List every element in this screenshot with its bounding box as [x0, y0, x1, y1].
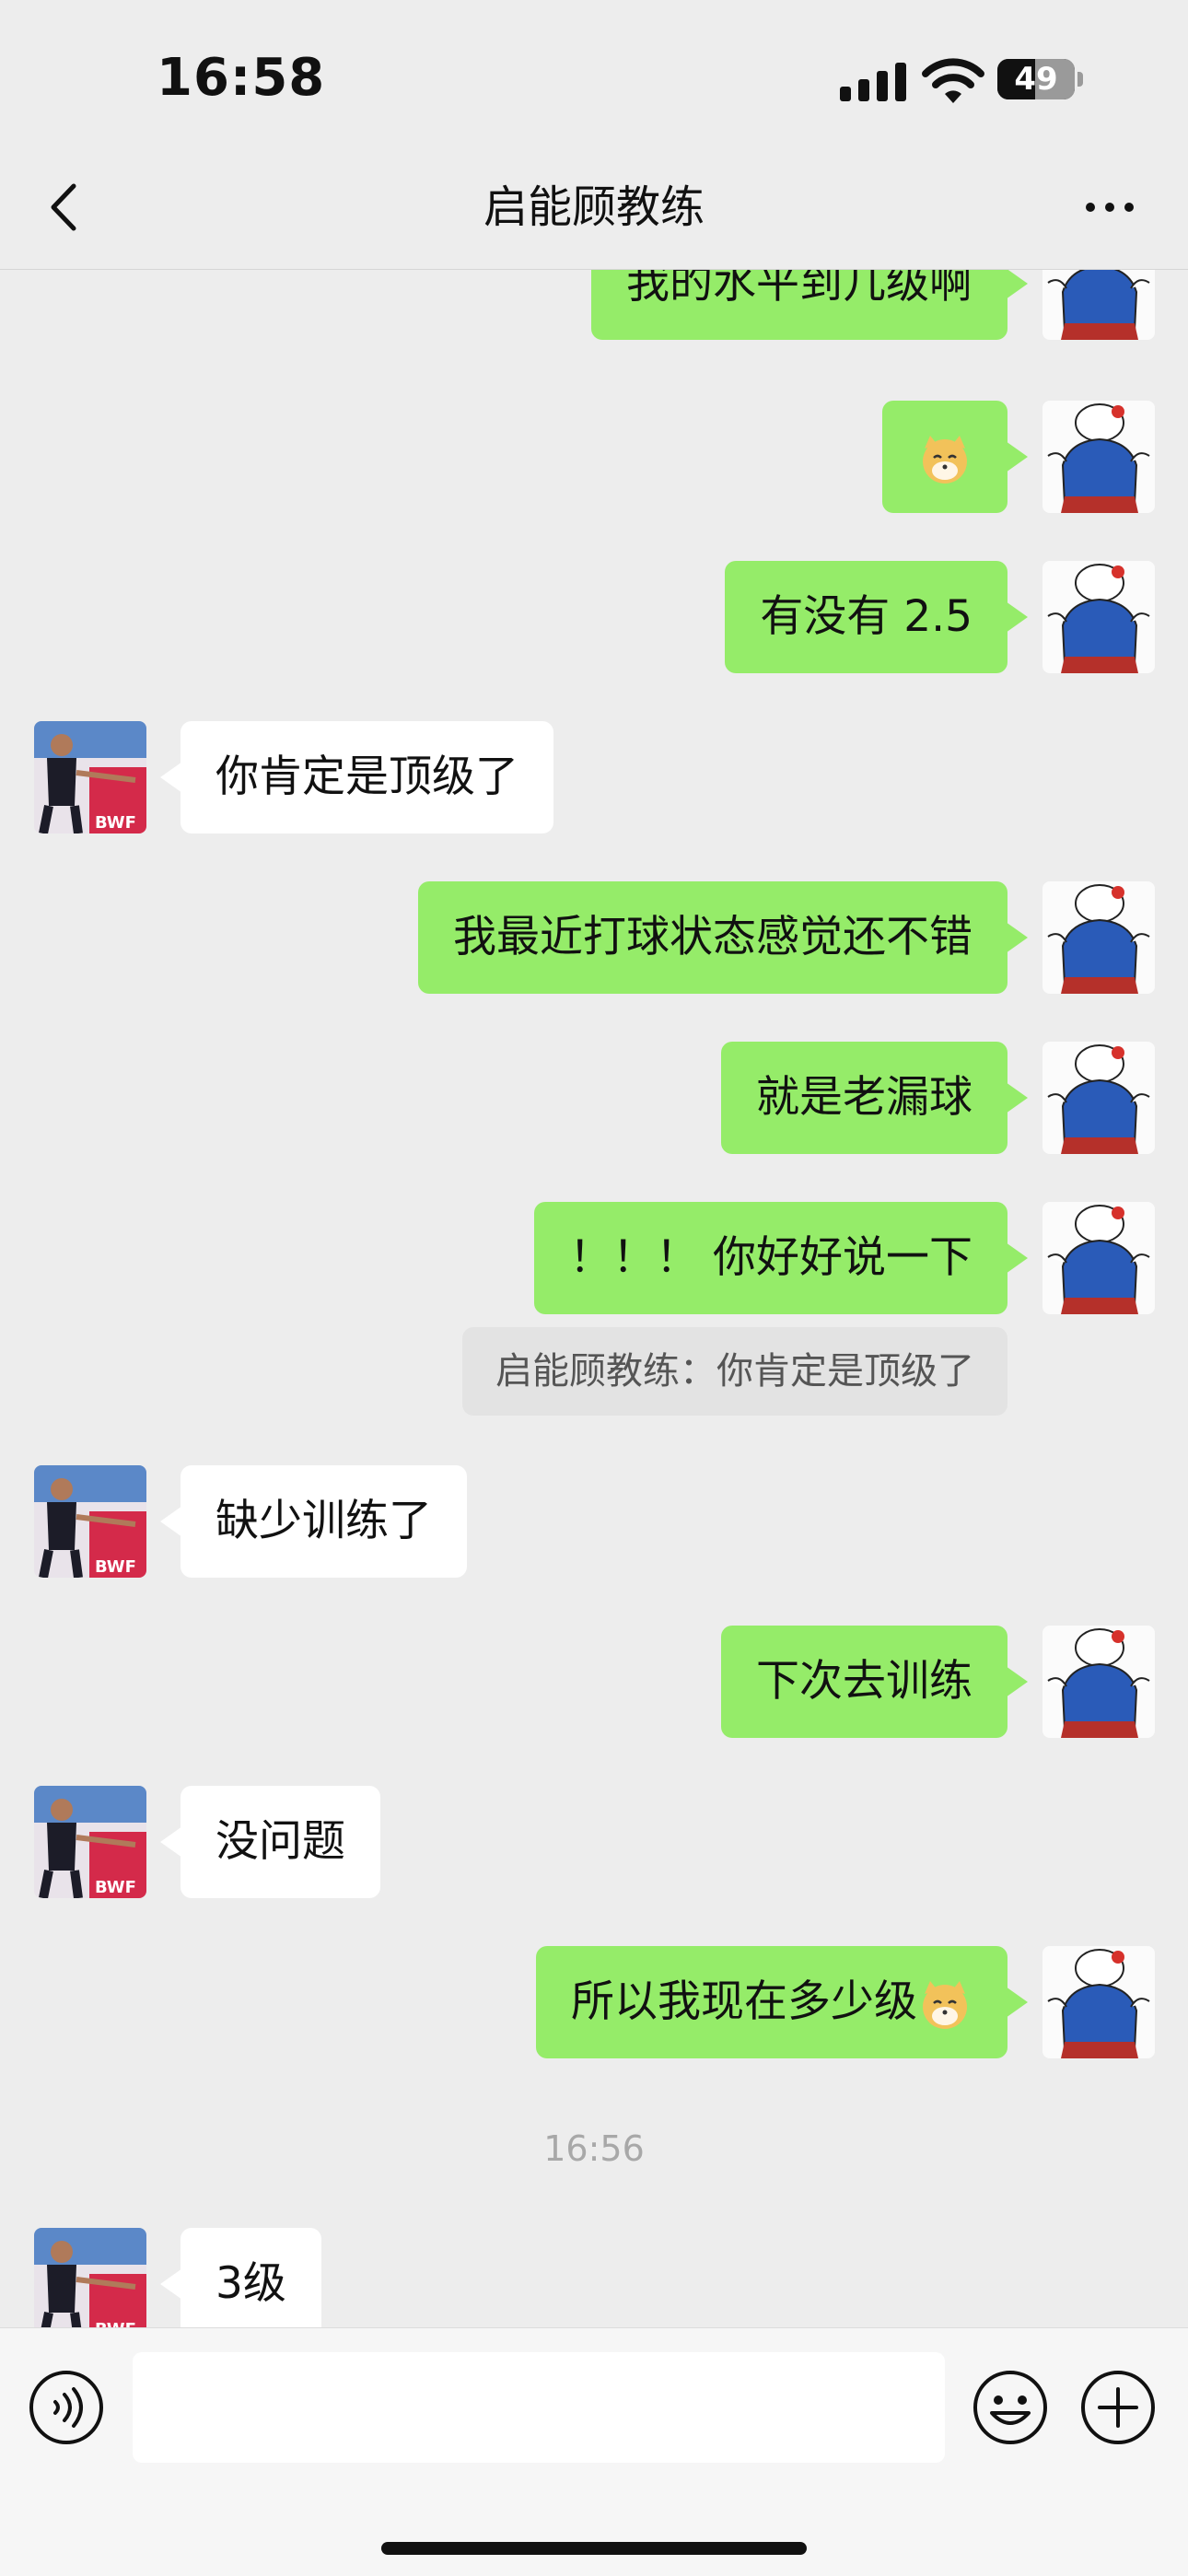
battery-level: 49	[1014, 61, 1058, 98]
chat-message-list[interactable]: 我的水平到几级啊 有没有 2.5 BWF 你肯定是顶级了 我最近打球状态感觉还不…	[0, 270, 1188, 2327]
badminton-player-avatar-image: BWF	[34, 1465, 146, 1578]
message-row-sent: 有没有 2.5	[0, 561, 1188, 673]
battery-nub	[1077, 72, 1083, 87]
quoted-message[interactable]: 启能顾教练：你肯定是顶级了	[462, 1327, 1007, 1416]
my-avatar[interactable]	[1042, 1202, 1155, 1314]
message-text: 所以我现在多少级	[571, 1976, 917, 2027]
message-timestamp: 16:56	[543, 2128, 645, 2169]
hello-kitty-avatar-image	[1042, 270, 1155, 340]
hello-kitty-avatar-image	[1042, 881, 1155, 994]
voice-input-icon[interactable]	[28, 2369, 105, 2446]
my-avatar[interactable]	[1042, 1946, 1155, 2058]
hello-kitty-avatar-image	[1042, 1042, 1155, 1154]
badminton-player-avatar-image: BWF	[34, 721, 146, 833]
message-row-sent	[0, 401, 1188, 513]
status-bar: 16:58 49	[0, 0, 1188, 147]
cellular-signal-icon	[840, 61, 906, 101]
svg-text:BWF: BWF	[95, 813, 136, 833]
message-row-received: BWF 缺少训练了	[0, 1465, 1188, 1578]
message-bubble-sent[interactable]: 我的水平到几级啊	[591, 270, 1028, 340]
message-row-sent: 所以我现在多少级	[0, 1946, 1188, 2058]
message-row-sent: ！！！ 你好好说一下	[0, 1202, 1188, 1314]
my-avatar[interactable]	[1042, 561, 1155, 673]
message-row-sent: 就是老漏球	[0, 1042, 1188, 1154]
hello-kitty-avatar-image	[1042, 401, 1155, 513]
message-bubble-sent[interactable]: 下次去训练	[721, 1626, 1028, 1738]
message-bubble-received[interactable]: 没问题	[160, 1786, 380, 1898]
my-avatar[interactable]	[1042, 270, 1155, 340]
message-bubble-received[interactable]: 3级	[160, 2228, 321, 2327]
message-row-sent: 我最近打球状态感觉还不错	[0, 881, 1188, 994]
badminton-player-avatar-image: BWF	[34, 1786, 146, 1898]
message-row-received: BWF 没问题	[0, 1786, 1188, 1898]
emoji-smile-icon[interactable]	[972, 2369, 1049, 2446]
svg-text:BWF: BWF	[95, 1557, 136, 1577]
home-indicator[interactable]	[381, 2542, 807, 2555]
message-row-sent: 我的水平到几级啊	[0, 270, 1188, 340]
message-bubble-sent[interactable]: ！！！ 你好好说一下	[534, 1202, 1028, 1314]
svg-text:BWF: BWF	[95, 2320, 136, 2327]
more-options-icon[interactable]	[1077, 175, 1142, 239]
battery-icon: 49	[997, 59, 1075, 99]
message-row-sent: 下次去训练	[0, 1626, 1188, 1738]
doge-emoji-icon	[923, 1980, 967, 2029]
hello-kitty-avatar-image	[1042, 561, 1155, 673]
coach-avatar[interactable]: BWF	[34, 1786, 146, 1898]
plus-more-icon[interactable]	[1079, 2369, 1157, 2446]
message-bubble-sent[interactable]: 我最近打球状态感觉还不错	[418, 881, 1028, 994]
chat-input-bar	[0, 2327, 1188, 2576]
message-bubble-sent[interactable]	[882, 401, 1028, 513]
message-bubble-sent[interactable]: 就是老漏球	[721, 1042, 1028, 1154]
hello-kitty-avatar-image	[1042, 1946, 1155, 2058]
message-input[interactable]	[133, 2352, 945, 2463]
hello-kitty-avatar-image	[1042, 1626, 1155, 1738]
nav-bar: 启能顾教练	[0, 147, 1188, 270]
my-avatar[interactable]	[1042, 881, 1155, 994]
coach-avatar[interactable]: BWF	[34, 721, 146, 833]
message-bubble-sent[interactable]: 有没有 2.5	[725, 561, 1028, 673]
message-bubble-sent[interactable]: 所以我现在多少级	[536, 1946, 1028, 2058]
wifi-icon	[922, 58, 984, 103]
message-bubble-received[interactable]: 你肯定是顶级了	[160, 721, 553, 833]
message-bubble-received[interactable]: 缺少训练了	[160, 1465, 467, 1578]
coach-avatar[interactable]: BWF	[34, 1465, 146, 1578]
coach-avatar[interactable]: BWF	[34, 2228, 146, 2327]
my-avatar[interactable]	[1042, 401, 1155, 513]
message-row-received: BWF 3级	[0, 2228, 1188, 2327]
chat-title: 启能顾教练	[483, 181, 705, 233]
message-row-received: BWF 你肯定是顶级了	[0, 721, 1188, 833]
my-avatar[interactable]	[1042, 1042, 1155, 1154]
hello-kitty-avatar-image	[1042, 1202, 1155, 1314]
my-avatar[interactable]	[1042, 1626, 1155, 1738]
svg-text:BWF: BWF	[95, 1878, 136, 1897]
doge-emoji-icon	[923, 435, 967, 484]
status-time: 16:58	[157, 48, 326, 108]
badminton-player-avatar-image: BWF	[34, 2228, 146, 2327]
